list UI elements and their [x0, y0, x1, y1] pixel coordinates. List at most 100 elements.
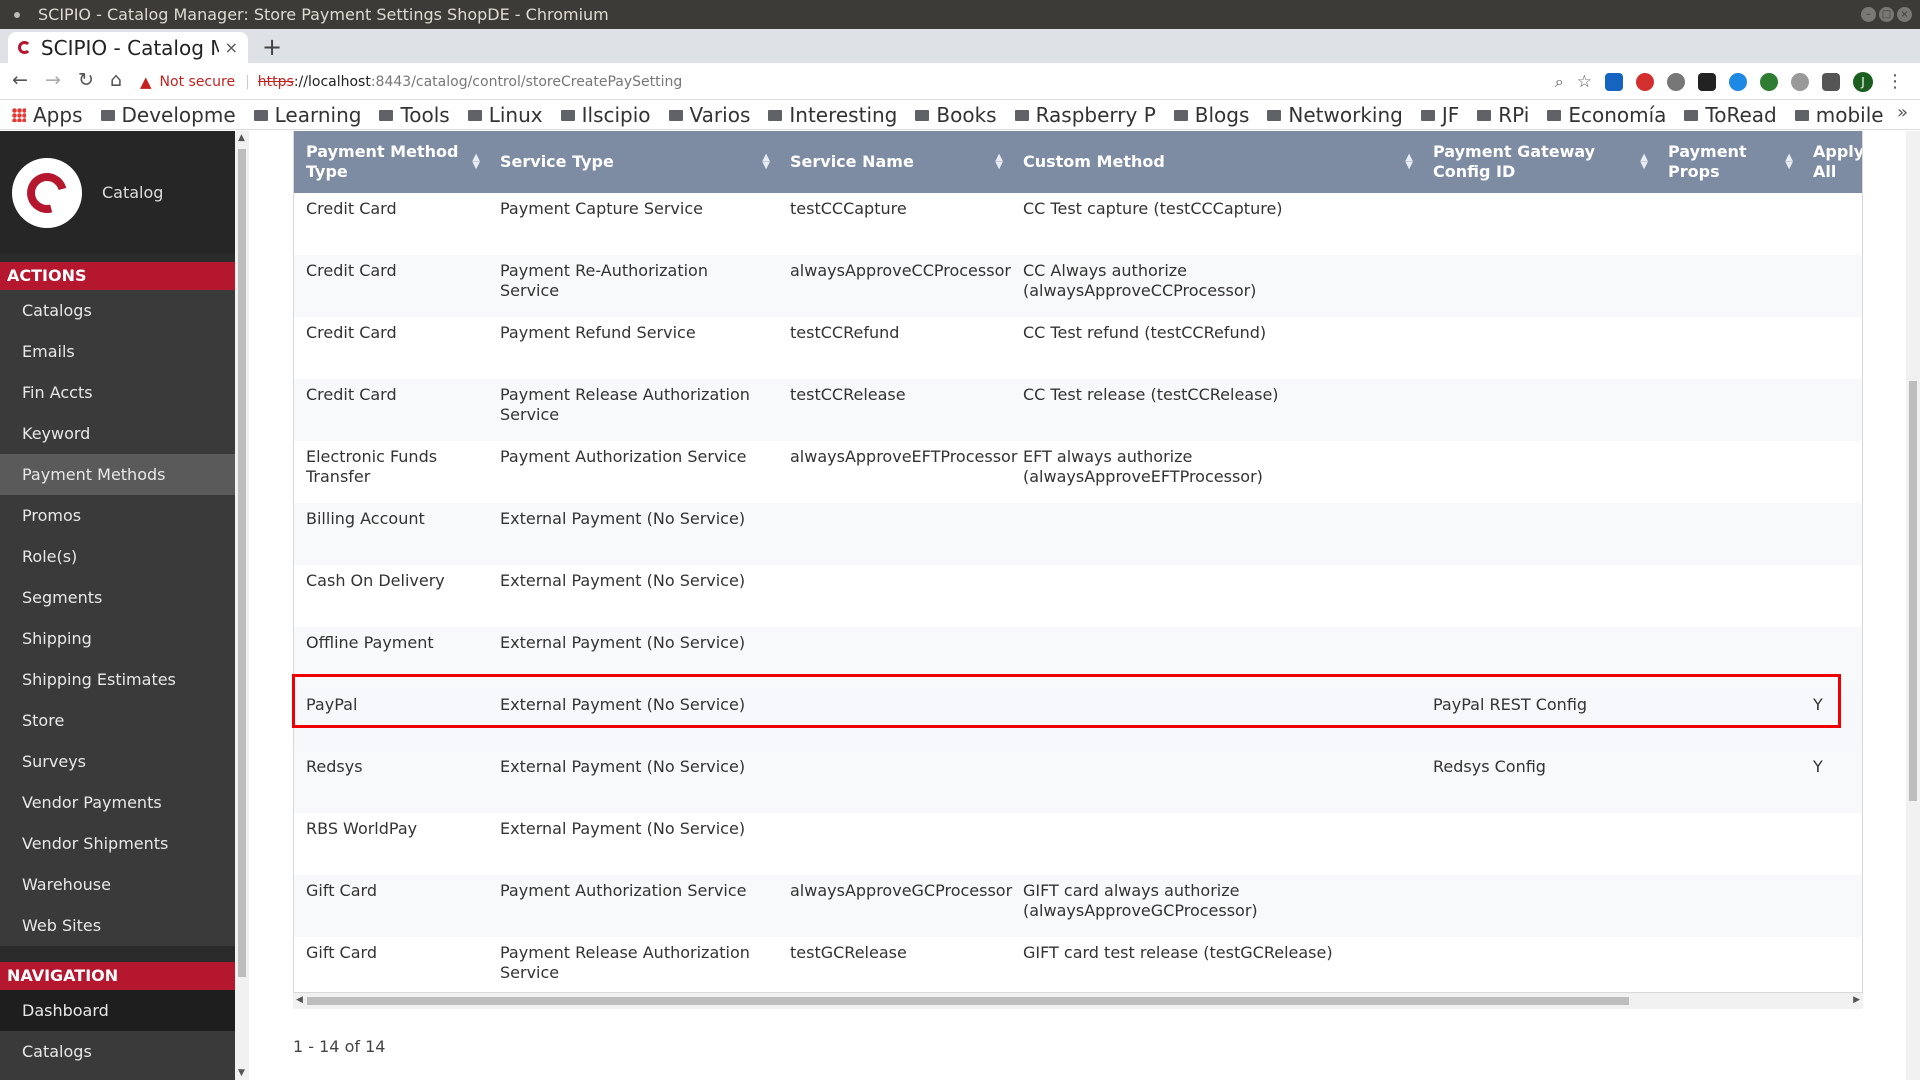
- back-arrow-icon[interactable]: ←: [12, 69, 28, 91]
- column-header[interactable]: Payment Gateway Config ID ▲ ▼: [1421, 131, 1656, 193]
- close-window-icon[interactable]: ×: [1897, 7, 1912, 22]
- sort-arrows-icon[interactable]: ▲ ▼: [1785, 153, 1793, 171]
- scroll-right-icon[interactable]: ▶: [1853, 995, 1860, 1005]
- sidebar-item-vendor-shipments[interactable]: Vendor Shipments: [0, 823, 235, 864]
- extension-opera-icon[interactable]: [1636, 72, 1654, 91]
- table-row[interactable]: Credit Card Payment Refund Service testCCR…: [294, 317, 1862, 379]
- scroll-left-icon[interactable]: ◀: [296, 995, 303, 1005]
- sidebar-item-keyword[interactable]: Keyword: [0, 413, 235, 454]
- table-row[interactable]: Credit Card Payment Release Authorization…: [294, 379, 1862, 441]
- bookmark-apps[interactable]: Apps: [12, 103, 83, 127]
- page-scroll-thumb[interactable]: [1909, 381, 1917, 801]
- sidebar-item-role-s[interactable]: Role(s): [0, 536, 235, 577]
- bookmark-folder[interactable]: mobile: [1794, 103, 1884, 127]
- extension-d-icon[interactable]: [1698, 72, 1716, 91]
- nav-item-categories[interactable]: Categories: [0, 1072, 235, 1080]
- sidebar-scrollbar[interactable]: ▲ ▼: [235, 131, 249, 1080]
- sidebar-item-web-sites[interactable]: Web Sites: [0, 905, 235, 946]
- new-tab-button[interactable]: +: [262, 33, 282, 61]
- sort-arrows-icon[interactable]: ▲ ▼: [1405, 153, 1413, 171]
- sidebar-item-fin-accts[interactable]: Fin Accts: [0, 372, 235, 413]
- sort-arrows-icon[interactable]: ▲ ▼: [995, 153, 1003, 171]
- bookmark-folder[interactable]: Economía: [1547, 103, 1666, 127]
- maximize-icon[interactable]: □: [1879, 7, 1894, 22]
- table-row[interactable]: Redsys External Payment (No Service) Redsy…: [294, 751, 1862, 813]
- not-secure-label[interactable]: Not secure: [160, 74, 236, 90]
- column-header[interactable]: Custom Method ▲ ▼: [1011, 131, 1421, 193]
- sidebar-item-vendor-payments[interactable]: Vendor Payments: [0, 782, 235, 823]
- folder-icon: [253, 110, 268, 121]
- sort-arrows-icon[interactable]: ▲ ▼: [472, 153, 480, 171]
- bookmark-star-icon[interactable]: ☆: [1577, 72, 1592, 92]
- reload-icon[interactable]: ↻: [78, 69, 94, 91]
- extension-gear-icon[interactable]: [1667, 72, 1685, 91]
- bookmark-folder[interactable]: Books: [915, 103, 997, 127]
- scroll-down-icon[interactable]: ▼: [238, 1068, 245, 1078]
- column-header[interactable]: Service Name ▲ ▼: [778, 131, 1011, 193]
- table-row[interactable]: PayPal External Payment (No Service) PayPa…: [294, 689, 1862, 751]
- table-row[interactable]: Credit Card Payment Re-Authorization Serv…: [294, 255, 1862, 317]
- column-header[interactable]: Payment Method Type ▲ ▼: [294, 131, 488, 193]
- tab-close-icon[interactable]: ×: [225, 38, 238, 57]
- table-row[interactable]: RBS WorldPay External Payment (No Service…: [294, 813, 1862, 875]
- sidebar-item-warehouse[interactable]: Warehouse: [0, 864, 235, 905]
- sidebar-item-emails[interactable]: Emails: [0, 331, 235, 372]
- sidebar-item-shipping[interactable]: Shipping: [0, 618, 235, 659]
- sort-arrows-icon[interactable]: ▲ ▼: [1640, 153, 1648, 171]
- sidebar-item-payment-methods[interactable]: Payment Methods: [0, 454, 235, 495]
- bookmark-folder[interactable]: Raspberry P: [1014, 103, 1156, 127]
- bookmark-folder[interactable]: Learning: [253, 103, 361, 127]
- zoom-icon[interactable]: ⌕: [1555, 72, 1564, 92]
- column-header[interactable]: Payment Props ▲ ▼: [1656, 131, 1801, 193]
- sidebar-scroll-thumb[interactable]: [238, 149, 246, 977]
- column-header[interactable]: Apply To All: [1801, 131, 1862, 193]
- sidebar-item-surveys[interactable]: Surveys: [0, 741, 235, 782]
- home-icon[interactable]: ⌂: [110, 69, 122, 91]
- extension-shield-icon[interactable]: [1822, 72, 1840, 91]
- bookmark-folder[interactable]: Varios: [668, 103, 750, 127]
- horizontal-scrollbar[interactable]: ◀ ▶: [293, 993, 1863, 1009]
- horizontal-scroll-thumb[interactable]: [307, 997, 1629, 1005]
- extension-compass-icon[interactable]: [1729, 72, 1747, 91]
- bookmark-folder[interactable]: Developme: [100, 103, 236, 127]
- bookmarks-overflow-icon[interactable]: »: [1897, 102, 1908, 123]
- bookmark-folder[interactable]: Ilscipio: [560, 103, 651, 127]
- profile-avatar[interactable]: J: [1853, 71, 1873, 92]
- sort-arrows-icon[interactable]: ▲ ▼: [762, 153, 770, 171]
- bookmark-folder[interactable]: ToRead: [1684, 103, 1777, 127]
- sidebar-item-segments[interactable]: Segments: [0, 577, 235, 618]
- window-menu-icon[interactable]: [14, 12, 20, 18]
- table-row[interactable]: Cash On Delivery External Payment (No Ser…: [294, 565, 1862, 627]
- sidebar-item-shipping-estimates[interactable]: Shipping Estimates: [0, 659, 235, 700]
- table-row[interactable]: Offline Payment External Payment (No Serv…: [294, 627, 1862, 689]
- bookmark-folder[interactable]: JF: [1420, 103, 1459, 127]
- table-row[interactable]: Electronic Funds Transfer Payment Authori…: [294, 441, 1862, 503]
- extension-s-icon[interactable]: [1605, 72, 1623, 91]
- nav-item-catalogs[interactable]: Catalogs: [0, 1031, 235, 1072]
- brand[interactable]: Catalog: [0, 131, 235, 254]
- nav-item-dashboard[interactable]: Dashboard: [0, 990, 235, 1031]
- page-scrollbar[interactable]: [1906, 131, 1920, 1080]
- bookmark-folder[interactable]: Blogs: [1173, 103, 1249, 127]
- browser-tab[interactable]: SCIPIO - Catalog M ×: [8, 32, 248, 63]
- sidebar-item-promos[interactable]: Promos: [0, 495, 235, 536]
- bookmark-folder[interactable]: Networking: [1267, 103, 1403, 127]
- table-row[interactable]: Gift Card Payment Authorization Service al…: [294, 875, 1862, 937]
- sidebar-item-store[interactable]: Store: [0, 700, 235, 741]
- browser-menu-icon[interactable]: ⋮: [1886, 71, 1904, 92]
- bookmark-folder[interactable]: Linux: [467, 103, 543, 127]
- minimize-icon[interactable]: –: [1861, 7, 1876, 22]
- bookmark-folder[interactable]: RPi: [1477, 103, 1529, 127]
- bookmark-folder[interactable]: Interesting: [768, 103, 897, 127]
- scroll-up-icon[interactable]: ▲: [238, 133, 245, 143]
- column-header[interactable]: Service Type ▲ ▼: [488, 131, 778, 193]
- sidebar-item-catalogs[interactable]: Catalogs: [0, 290, 235, 331]
- address-bar[interactable]: ▲ Not secure | https ://localhost :8443/…: [140, 67, 1540, 96]
- table-row[interactable]: Billing Account External Payment (No Serv…: [294, 503, 1862, 565]
- forward-arrow-icon[interactable]: →: [45, 69, 61, 91]
- bookmark-folder[interactable]: Tools: [379, 103, 450, 127]
- extension-green-icon[interactable]: [1760, 72, 1778, 91]
- table-row[interactable]: Gift Card Payment Release Authorization S…: [294, 937, 1862, 992]
- extension-link-icon[interactable]: [1791, 72, 1809, 91]
- table-row[interactable]: Credit Card Payment Capture Service testCC…: [294, 193, 1862, 255]
